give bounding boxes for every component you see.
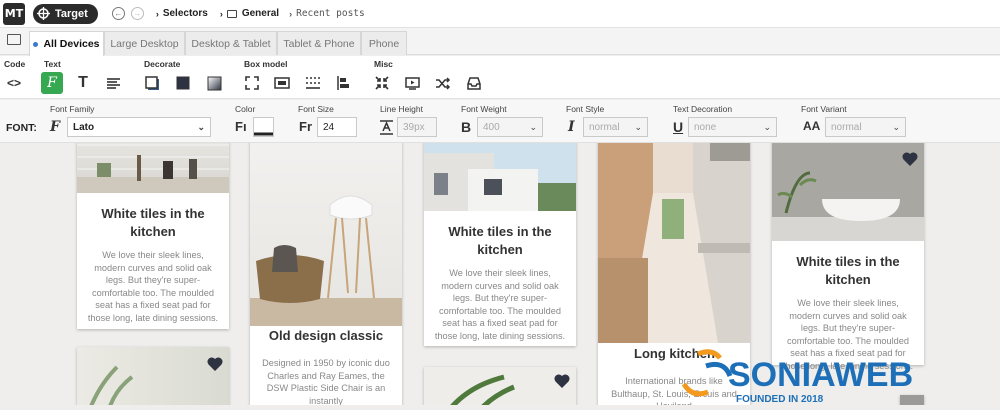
back-arrow-icon[interactable]: ← [111, 7, 125, 20]
font-variant-icon: AA [803, 119, 821, 133]
folder-icon [226, 9, 237, 18]
heart-icon[interactable] [902, 152, 918, 166]
chevron-right-icon: › [289, 8, 293, 19]
card-title: Old design classic [268, 328, 384, 343]
post-card[interactable] [77, 347, 229, 405]
inbox-icon[interactable] [463, 72, 485, 94]
forward-arrow-icon[interactable]: → [130, 7, 144, 20]
breadcrumb-recent-posts[interactable]: › Recent posts [289, 8, 365, 19]
font-weight-select[interactable]: 400 ⌄ [477, 117, 543, 137]
chevron-down-icon: ⌄ [763, 122, 771, 132]
line-height-label: Line Height [380, 104, 424, 114]
shadow-icon[interactable] [141, 72, 163, 94]
tab-all-devices[interactable]: All Devices [29, 31, 104, 56]
color-label: Color [235, 104, 256, 114]
line-height-icon [379, 119, 394, 139]
media-icon[interactable] [401, 72, 423, 94]
post-card[interactable]: White tiles in the kitchen We love their… [772, 143, 924, 371]
target-button[interactable]: Target [33, 3, 98, 24]
card-title: White tiles in the kitchen [101, 206, 205, 239]
tab-desktop-tablet[interactable]: Desktop & Tablet [185, 31, 277, 55]
code-icon[interactable]: <> [3, 72, 25, 94]
chevron-right-icon: › [155, 8, 159, 19]
app-logo: MT [3, 2, 25, 25]
card-body: We love their sleek lines, modern curves… [434, 268, 566, 341]
card-title: White tiles in the kitchen [448, 224, 552, 257]
group-label-decorate: Decorate [144, 59, 181, 69]
underline-icon: U [673, 119, 684, 135]
device-tabs: All Devices Large Desktop Desktop & Tabl… [0, 28, 1000, 56]
heart-icon[interactable] [554, 374, 570, 388]
chevron-down-icon: ⌄ [529, 122, 537, 132]
watermark-tagline: FOUNDED IN 2018 [736, 394, 824, 405]
tab-large-desktop[interactable]: Large Desktop [104, 31, 185, 55]
heart-icon[interactable] [207, 357, 223, 371]
soniaweb-watermark: SONIAWEB FOUNDED IN 2018 [676, 344, 996, 405]
chevron-down-icon: ⌄ [197, 122, 205, 132]
line-height-input[interactable]: 39px [397, 117, 437, 137]
group-label-code: Code [4, 59, 26, 69]
font-family-label: Font Family [50, 104, 95, 114]
top-bar: MT Target ← → › Selectors › General › Recen… [0, 0, 1000, 28]
background-icon[interactable] [172, 72, 194, 94]
breadcrumb-selectors[interactable]: › Selectors [156, 8, 208, 19]
text-decoration-label: Text Decoration [673, 104, 733, 114]
font-variant-label: Font Variant [801, 104, 847, 114]
chevron-right-icon: › [219, 8, 223, 19]
group-label-text: Text [44, 59, 61, 69]
chair-photo [250, 143, 402, 326]
bold-icon: B [461, 119, 472, 135]
plant-photo [77, 347, 229, 405]
watermark-brand: SONIAWEB [728, 356, 913, 394]
responsive-device-icon[interactable] [7, 34, 21, 45]
shuffle-icon[interactable] [432, 72, 454, 94]
chevron-down-icon: ⌄ [892, 122, 900, 132]
target-label: Target [55, 7, 88, 20]
font-color-icon: Fı [235, 119, 247, 134]
active-dot-icon [33, 41, 39, 47]
kitchen-tiles-photo [77, 143, 229, 193]
chevron-down-icon: ⌄ [634, 122, 642, 132]
font-variant-select[interactable]: normal ⌄ [825, 117, 906, 137]
padding-icon[interactable] [271, 72, 293, 94]
text-type-icon[interactable]: T [72, 72, 94, 94]
alignment-icon[interactable] [332, 72, 354, 94]
font-weight-label: Font Weight [461, 104, 507, 114]
post-card[interactable]: Old design classic Designed in 1950 by i… [250, 143, 402, 405]
tab-tablet-phone[interactable]: Tablet & Phone [277, 31, 361, 55]
post-card[interactable] [424, 367, 576, 405]
breadcrumb-general[interactable]: › General [220, 8, 279, 19]
tab-phone[interactable]: Phone [361, 31, 407, 55]
white-building-photo [424, 143, 576, 211]
size-icon[interactable] [241, 72, 263, 94]
property-toolbar: Code Text Decorate Box model Misc <> F T [0, 56, 1000, 99]
font-properties-bar: Font Family Color Font Size Line Height … [0, 100, 1000, 143]
font-size-icon: Fr [299, 119, 312, 134]
group-label-misc: Misc [374, 59, 393, 69]
collapse-icon[interactable] [371, 72, 393, 94]
font-style-label: Font Style [566, 104, 605, 114]
post-card[interactable]: White tiles in the kitchen We love their… [77, 143, 229, 329]
group-label-box-model: Box model [244, 59, 288, 69]
font-family-icon: F [50, 119, 60, 135]
card-title: White tiles in the kitchen [796, 254, 900, 287]
font-section-label: FONT: [6, 122, 37, 134]
italic-icon: I [568, 119, 575, 135]
post-card[interactable]: White tiles in the kitchen We love their… [424, 143, 576, 346]
align-lines-icon[interactable] [102, 72, 124, 94]
card-body: We love their sleek lines, modern curves… [87, 250, 219, 323]
font-size-label: Font Size [298, 104, 334, 114]
color-swatch[interactable] [253, 117, 274, 137]
font-size-input[interactable]: 24 [317, 117, 357, 137]
border-dotted-icon[interactable] [302, 72, 324, 94]
long-kitchen-photo [598, 143, 750, 343]
font-style-select[interactable]: normal ⌄ [583, 117, 648, 137]
gradient-icon[interactable] [203, 72, 225, 94]
font-icon[interactable]: F [41, 72, 63, 94]
crosshair-icon [37, 7, 50, 20]
font-family-select[interactable]: Lato ⌄ [67, 117, 211, 137]
text-decoration-select[interactable]: none ⌄ [688, 117, 777, 137]
card-body: Designed in 1950 by iconic duo Charles a… [262, 358, 390, 405]
